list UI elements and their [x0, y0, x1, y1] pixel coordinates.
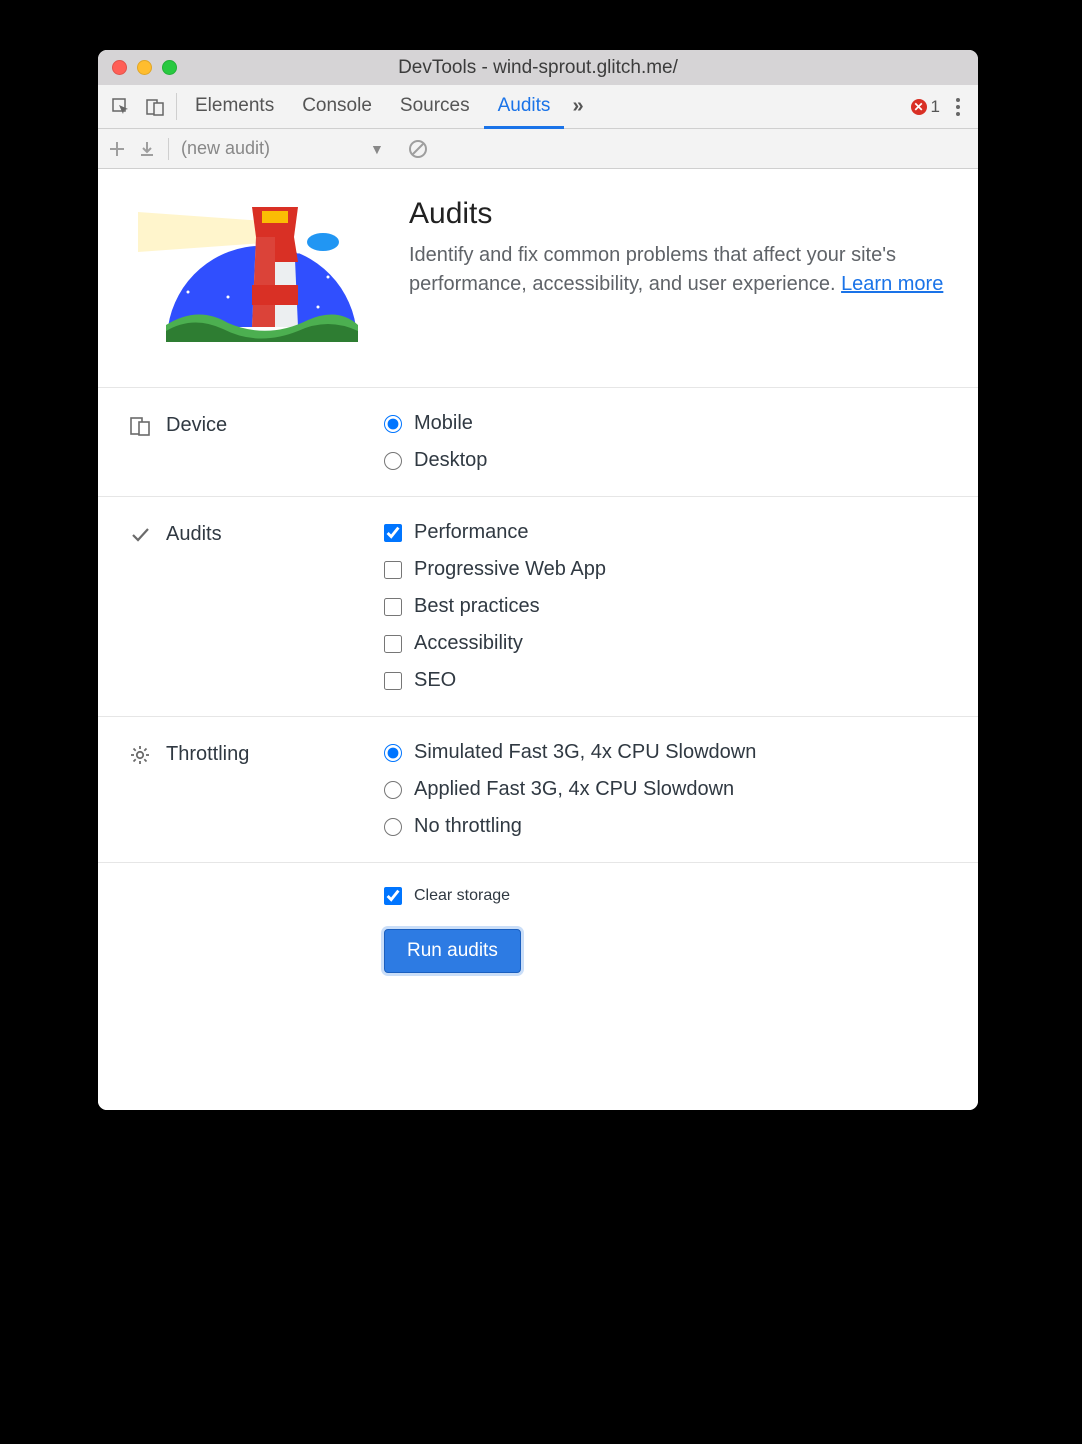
- radio-applied-3g[interactable]: Applied Fast 3G, 4x CPU Slowdown: [384, 778, 756, 801]
- error-count: 1: [931, 97, 940, 117]
- checkbox-input[interactable]: [384, 672, 402, 690]
- checkbox-seo[interactable]: SEO: [384, 669, 606, 692]
- throttling-options: Simulated Fast 3G, 4x CPU Slowdown Appli…: [384, 741, 756, 838]
- radio-desktop[interactable]: Desktop: [384, 449, 487, 472]
- device-icon: [128, 414, 152, 438]
- option-label: Performance: [414, 521, 529, 544]
- option-label: Simulated Fast 3G, 4x CPU Slowdown: [414, 741, 756, 764]
- audit-toolbar: (new audit) ▼: [98, 129, 978, 169]
- option-label: Progressive Web App: [414, 558, 606, 581]
- option-label: Applied Fast 3G, 4x CPU Slowdown: [414, 778, 734, 801]
- tab-label: Audits: [498, 95, 551, 117]
- intro-description: Identify and fix common problems that af…: [409, 241, 948, 299]
- label-text: Audits: [166, 523, 222, 546]
- page-title: Audits: [409, 197, 948, 231]
- device-toolbar-icon[interactable]: [138, 85, 172, 128]
- intro-text: Audits Identify and fix common problems …: [409, 197, 948, 357]
- label-text: Device: [166, 414, 227, 437]
- radio-mobile[interactable]: Mobile: [384, 412, 487, 435]
- option-label: Best practices: [414, 595, 540, 618]
- section-label-audits: Audits: [128, 521, 364, 692]
- tabstrip: Elements Console Sources Audits » ✕ 1: [98, 85, 978, 129]
- checkbox-pwa[interactable]: Progressive Web App: [384, 558, 606, 581]
- checkbox-best-practices[interactable]: Best practices: [384, 595, 606, 618]
- titlebar: DevTools - wind-sprout.glitch.me/: [98, 50, 978, 85]
- audits-panel: Audits Identify and fix common problems …: [98, 169, 978, 1110]
- tab-label: Console: [302, 95, 372, 117]
- learn-more-link[interactable]: Learn more: [841, 273, 943, 295]
- checkbox-input[interactable]: [384, 598, 402, 616]
- lighthouse-illustration: [128, 197, 379, 357]
- checkbox-performance[interactable]: Performance: [384, 521, 606, 544]
- new-audit-icon[interactable]: [108, 140, 126, 158]
- settings-menu-icon[interactable]: [950, 98, 966, 116]
- tab-audits[interactable]: Audits: [484, 85, 565, 129]
- tab-sources[interactable]: Sources: [386, 85, 484, 129]
- checkbox-input[interactable]: [384, 524, 402, 542]
- run-section: Clear storage Run audits: [98, 862, 978, 1013]
- radio-input[interactable]: [384, 452, 402, 470]
- more-tabs-button[interactable]: »: [564, 85, 591, 128]
- radio-input[interactable]: [384, 415, 402, 433]
- option-label: SEO: [414, 669, 456, 692]
- tab-label: Sources: [400, 95, 470, 117]
- radio-input[interactable]: [384, 781, 402, 799]
- chevron-down-icon: ▼: [370, 141, 384, 157]
- section-label-throttling: Throttling: [128, 741, 364, 838]
- option-label: Desktop: [414, 449, 487, 472]
- error-icon: ✕: [911, 99, 927, 115]
- checkbox-input[interactable]: [384, 635, 402, 653]
- section-device: Device Mobile Desktop: [98, 387, 978, 496]
- section-audits: Audits Performance Progressive Web App B…: [98, 496, 978, 716]
- error-count-badge[interactable]: ✕ 1: [911, 97, 940, 117]
- section-label-device: Device: [128, 412, 364, 472]
- check-icon: [128, 523, 152, 547]
- devtools-window: DevTools - wind-sprout.glitch.me/ Elemen…: [98, 50, 978, 1110]
- gear-icon: [128, 743, 152, 767]
- radio-input[interactable]: [384, 744, 402, 762]
- audit-select-label: (new audit): [181, 138, 270, 159]
- tab-elements[interactable]: Elements: [181, 85, 288, 129]
- window-title: DevTools - wind-sprout.glitch.me/: [98, 57, 978, 79]
- checkbox-input[interactable]: [384, 887, 402, 905]
- divider: [168, 138, 169, 160]
- radio-input[interactable]: [384, 818, 402, 836]
- option-label: Clear storage: [414, 887, 510, 905]
- radio-sim-3g[interactable]: Simulated Fast 3G, 4x CPU Slowdown: [384, 741, 756, 764]
- audit-select[interactable]: (new audit) ▼: [181, 138, 384, 159]
- inspect-element-icon[interactable]: [104, 85, 138, 128]
- tab-label: Elements: [195, 95, 274, 117]
- checkbox-clear-storage[interactable]: Clear storage: [384, 887, 521, 905]
- divider: [176, 93, 177, 120]
- run-audits-button[interactable]: Run audits: [384, 929, 521, 973]
- checkbox-input[interactable]: [384, 561, 402, 579]
- option-label: Accessibility: [414, 632, 523, 655]
- download-icon[interactable]: [138, 140, 156, 158]
- audits-options: Performance Progressive Web App Best pra…: [384, 521, 606, 692]
- radio-no-throttle[interactable]: No throttling: [384, 815, 756, 838]
- option-label: No throttling: [414, 815, 522, 838]
- intro-body: Identify and fix common problems that af…: [409, 244, 896, 295]
- section-throttling: Throttling Simulated Fast 3G, 4x CPU Slo…: [98, 716, 978, 862]
- checkbox-accessibility[interactable]: Accessibility: [384, 632, 606, 655]
- intro: Audits Identify and fix common problems …: [98, 169, 978, 387]
- device-options: Mobile Desktop: [384, 412, 487, 472]
- tab-console[interactable]: Console: [288, 85, 386, 129]
- clear-icon[interactable]: [408, 139, 428, 159]
- option-label: Mobile: [414, 412, 473, 435]
- label-text: Throttling: [166, 743, 249, 766]
